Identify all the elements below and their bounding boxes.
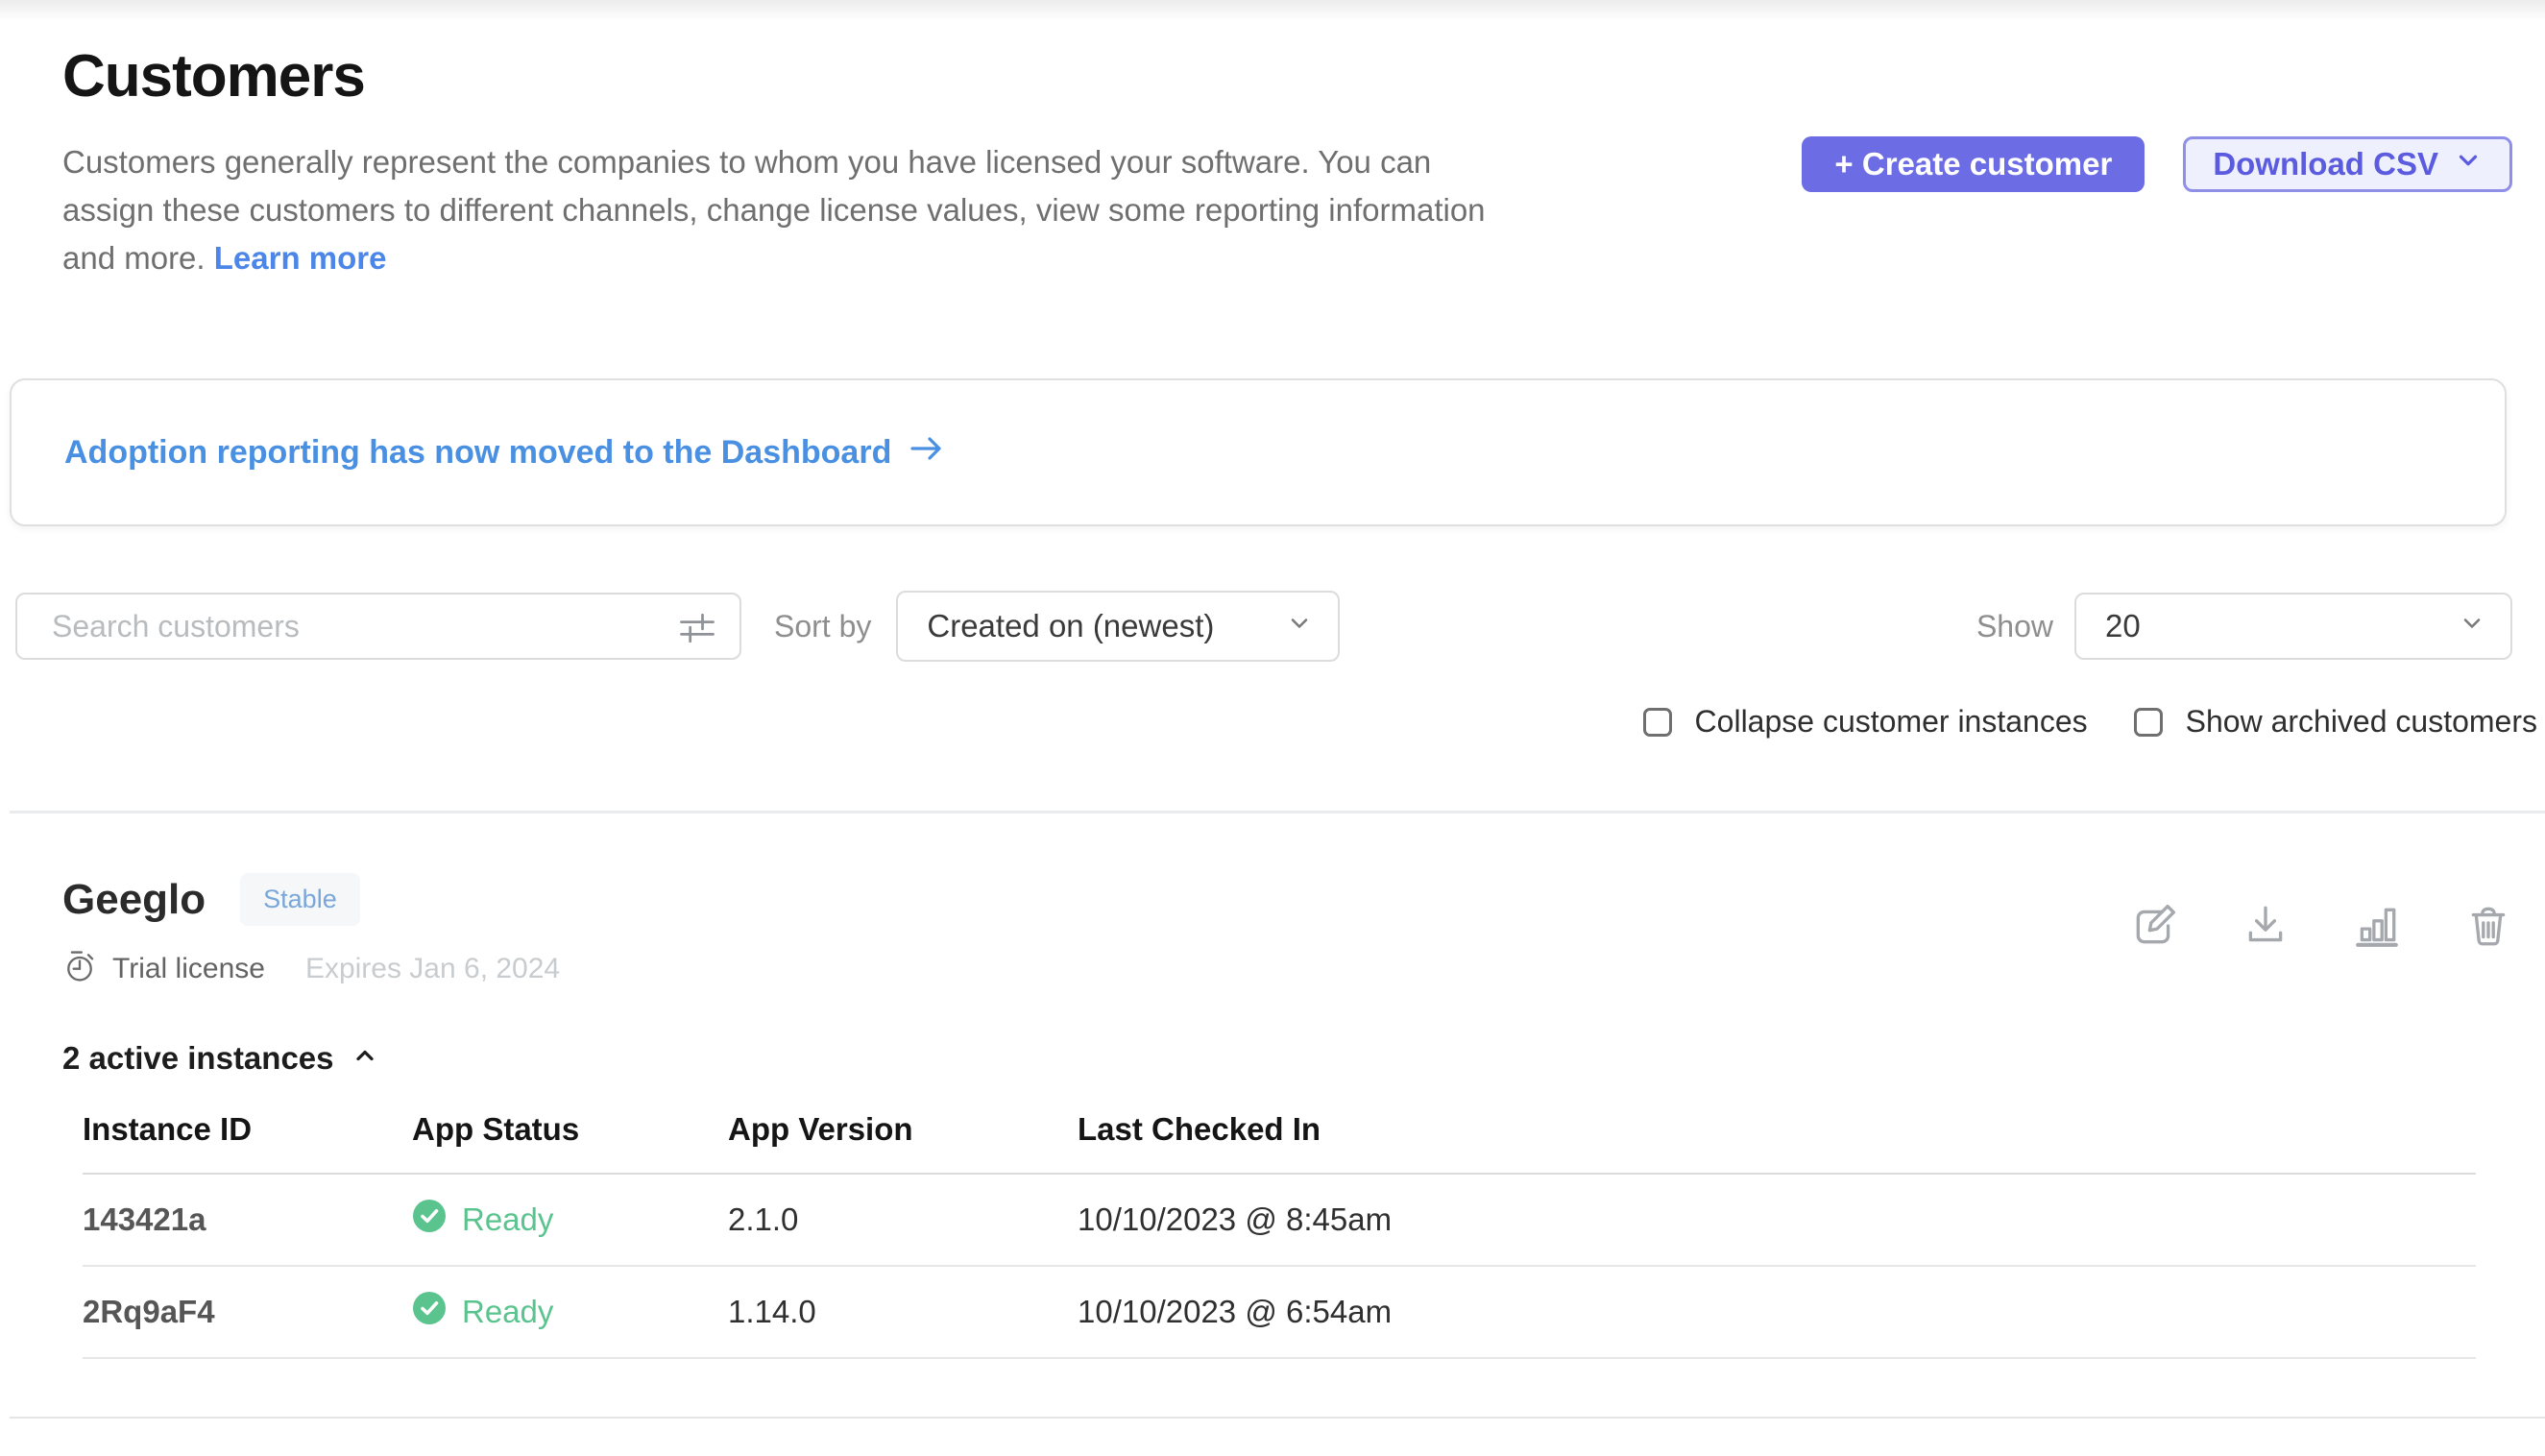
- chevron-down-icon: [2454, 146, 2483, 182]
- table-row: 143421a Ready 2.1.0 10/10/2023 @ 8:45am: [83, 1175, 2476, 1267]
- header-actions: + Create customer Download CSV: [1802, 136, 2512, 192]
- adoption-banner-text: Adoption reporting has now moved to the …: [64, 434, 891, 472]
- active-instances-toggle[interactable]: 2 active instances: [0, 1040, 378, 1077]
- stopwatch-icon: [62, 949, 97, 988]
- customer-actions: [2130, 902, 2512, 950]
- customer-name[interactable]: Geeglo: [62, 876, 206, 924]
- customer-card-header: Geeglo Stable Trial license Expires Jan …: [0, 873, 2545, 988]
- top-shadow: [0, 0, 2545, 21]
- sort-by-label: Sort by: [774, 609, 871, 644]
- description-line: and more. Learn more: [62, 234, 1486, 282]
- bottom-divider: [10, 1417, 2545, 1419]
- learn-more-link[interactable]: Learn more: [214, 240, 387, 276]
- chevron-up-icon: [351, 1040, 378, 1077]
- view-options-row: Collapse customer instances Show archive…: [0, 704, 2545, 740]
- description-text: and more.: [62, 240, 206, 276]
- trash-icon[interactable]: [2464, 902, 2512, 950]
- app-version-cell: 1.14.0: [728, 1294, 1078, 1330]
- download-csv-button[interactable]: Download CSV: [2183, 136, 2512, 192]
- show-label: Show: [1976, 609, 2053, 644]
- license-expiry: Expires Jan 6, 2024: [305, 953, 560, 985]
- table-header-row: Instance ID App Status App Version Last …: [83, 1111, 2476, 1175]
- search-input[interactable]: [15, 593, 741, 660]
- page-title: Customers: [62, 42, 1486, 111]
- filter-sliders-icon[interactable]: [676, 607, 718, 654]
- instance-id-cell: 2Rq9aF4: [83, 1294, 412, 1330]
- download-csv-label: Download CSV: [2213, 146, 2438, 182]
- instance-id-cell: 143421a: [83, 1201, 412, 1238]
- header-text-block: Customers Customers generally represent …: [62, 42, 1486, 282]
- last-checked-in-cell: 10/10/2023 @ 6:54am: [1078, 1294, 2476, 1330]
- show-archived-checkbox[interactable]: Show archived customers: [2134, 704, 2537, 740]
- customer-info: Geeglo Stable Trial license Expires Jan …: [62, 873, 560, 988]
- license-row: Trial license Expires Jan 6, 2024: [62, 949, 560, 988]
- sort-select-value: Created on (newest): [927, 608, 1214, 644]
- active-instances-label: 2 active instances: [62, 1040, 334, 1077]
- collapse-instances-label: Collapse customer instances: [1695, 704, 2088, 740]
- sort-select[interactable]: Created on (newest): [896, 591, 1340, 662]
- checkbox-unchecked-icon[interactable]: [2134, 708, 2163, 737]
- page-description: Customers generally represent the compan…: [62, 138, 1486, 282]
- show-select[interactable]: 20: [2074, 593, 2512, 660]
- checkbox-unchecked-icon[interactable]: [1643, 708, 1672, 737]
- check-circle-icon: [412, 1291, 447, 1333]
- collapse-instances-checkbox[interactable]: Collapse customer instances: [1643, 704, 2088, 740]
- bar-chart-icon[interactable]: [2353, 902, 2401, 950]
- create-customer-button[interactable]: + Create customer: [1802, 136, 2145, 192]
- edit-customer-icon[interactable]: [2130, 902, 2178, 950]
- app-status-cell: Ready: [412, 1199, 728, 1241]
- channel-badge: Stable: [240, 873, 360, 926]
- adoption-banner: Adoption reporting has now moved to the …: [10, 378, 2507, 526]
- check-circle-icon: [412, 1199, 447, 1241]
- last-checked-in-cell: 10/10/2023 @ 8:45am: [1078, 1201, 2476, 1238]
- column-header-last-checked-in: Last Checked In: [1078, 1111, 2476, 1148]
- app-version-cell: 2.1.0: [728, 1201, 1078, 1238]
- filter-toolbar: Sort by Created on (newest) Show 20: [0, 591, 2545, 662]
- app-status-label: Ready: [462, 1294, 553, 1330]
- description-line: Customers generally represent the compan…: [62, 138, 1486, 186]
- column-header-app-version: App Version: [728, 1111, 1078, 1148]
- app-status-cell: Ready: [412, 1291, 728, 1333]
- app-status-label: Ready: [462, 1201, 553, 1238]
- show-archived-label: Show archived customers: [2186, 704, 2537, 740]
- page-header: Customers Customers generally represent …: [0, 0, 2545, 282]
- chevron-down-icon: [1286, 608, 1313, 644]
- column-header-app-status: App Status: [412, 1111, 728, 1148]
- download-icon[interactable]: [2242, 902, 2290, 950]
- show-select-value: 20: [2105, 608, 2141, 644]
- arrow-right-icon: [909, 433, 947, 473]
- adoption-banner-link[interactable]: Adoption reporting has now moved to the …: [64, 433, 947, 473]
- customer-name-row: Geeglo Stable: [62, 873, 560, 926]
- description-line: assign these customers to different chan…: [62, 186, 1486, 234]
- table-row: 2Rq9aF4 Ready 1.14.0 10/10/2023 @ 6:54am: [83, 1267, 2476, 1359]
- section-divider: [10, 811, 2545, 813]
- chevron-down-icon: [2459, 608, 2485, 644]
- license-type: Trial license: [112, 953, 265, 985]
- search-customers-field: [15, 593, 741, 660]
- column-header-instance-id: Instance ID: [83, 1111, 412, 1148]
- instances-table: Instance ID App Status App Version Last …: [83, 1111, 2476, 1359]
